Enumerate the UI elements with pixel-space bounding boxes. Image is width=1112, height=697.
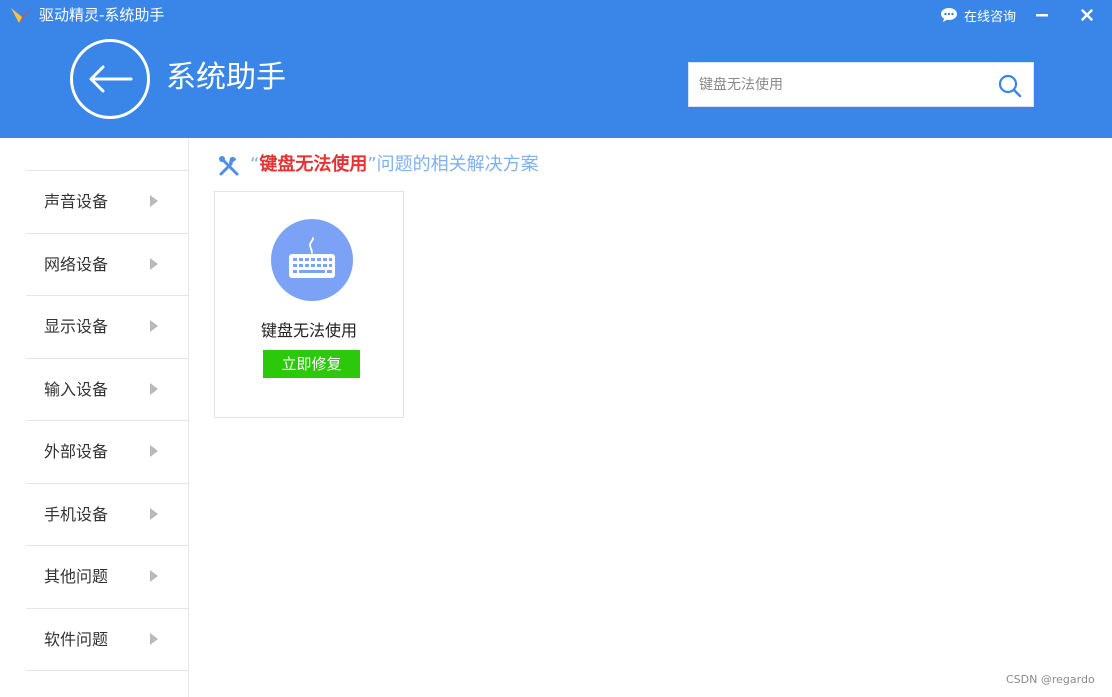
title-quote-open: “ — [250, 154, 260, 175]
solution-title: “键盘无法使用”问题的相关解决方案 — [250, 153, 539, 177]
main-content: “键盘无法使用”问题的相关解决方案 键盘无法使用 立即修复 — [190, 138, 1112, 697]
sidebar-item-external[interactable]: 外部设备 — [26, 421, 188, 484]
minimize-icon — [1036, 14, 1048, 17]
sidebar-item-label: 手机设备 — [44, 504, 109, 524]
title-quote-close: ” — [367, 154, 377, 175]
page-title: 系统助手 — [166, 60, 286, 95]
sidebar-list: 声音设备 网络设备 显示设备 输入设备 外部设备 手机设备 其他问题 软件问题 — [26, 170, 188, 671]
app-window: 驱动精灵-系统助手 在线咨询 系统助手 键盘无法使用 声音设备 网络设备 显示设… — [0, 0, 1112, 697]
chevron-right-icon — [150, 632, 158, 645]
sidebar: 声音设备 网络设备 显示设备 输入设备 外部设备 手机设备 其他问题 软件问题 — [0, 138, 189, 697]
search-input[interactable] — [689, 63, 989, 106]
sidebar-item-label: 声音设备 — [44, 192, 109, 211]
chevron-right-icon — [150, 195, 158, 207]
sidebar-item-label: 其他问题 — [44, 567, 109, 586]
solution-card: 键盘无法使用 立即修复 — [214, 191, 404, 418]
sidebar-item-phone[interactable]: 手机设备 — [26, 484, 188, 546]
chevron-right-icon — [150, 507, 158, 520]
minimize-button[interactable] — [1030, 4, 1054, 26]
title-suffix: 问题的相关解决方案 — [376, 154, 539, 175]
watermark: CSDN @regardo — [1006, 673, 1095, 686]
chevron-right-icon — [150, 320, 158, 332]
card-title: 键盘无法使用 — [260, 321, 357, 340]
sidebar-item-network[interactable]: 网络设备 — [26, 234, 188, 296]
sidebar-item-label: 显示设备 — [44, 317, 109, 336]
back-button[interactable] — [70, 39, 150, 119]
sidebar-item-display[interactable]: 显示设备 — [26, 296, 188, 359]
chevron-right-icon — [150, 382, 158, 395]
title-keyword: 键盘无法使用 — [259, 154, 368, 175]
window-title: 驱动精灵-系统助手 — [39, 6, 165, 24]
sidebar-item-label: 网络设备 — [44, 254, 109, 274]
app-logo-icon — [11, 7, 33, 23]
close-icon — [1081, 9, 1093, 21]
sidebar-item-other[interactable]: 其他问题 — [26, 546, 188, 609]
sidebar-item-input[interactable]: 输入设备 — [26, 359, 188, 421]
header: 驱动精灵-系统助手 在线咨询 系统助手 键盘无法使用 — [0, 0, 1112, 138]
fix-now-button[interactable]: 立即修复 — [263, 350, 360, 378]
sidebar-item-label: 外部设备 — [44, 442, 109, 461]
title-bar: 驱动精灵-系统助手 在线咨询 — [0, 0, 1112, 30]
chevron-right-icon — [150, 257, 158, 270]
close-button[interactable] — [1075, 4, 1099, 26]
online-consult-button[interactable]: 在线咨询 — [940, 5, 1016, 25]
sidebar-item-label: 软件问题 — [44, 629, 109, 649]
search-icon[interactable] — [997, 73, 1023, 99]
sidebar-item-software[interactable]: 软件问题 — [26, 609, 188, 671]
sidebar-item-sound[interactable]: 声音设备 — [26, 171, 188, 234]
chevron-right-icon — [150, 570, 158, 582]
chat-bubble-icon — [941, 8, 957, 22]
online-consult-label: 在线咨询 — [964, 9, 1017, 25]
arrow-left-icon — [89, 65, 133, 93]
sidebar-item-label: 输入设备 — [44, 379, 109, 399]
tools-icon — [219, 156, 239, 176]
chevron-right-icon — [150, 445, 158, 457]
search-box — [688, 62, 1034, 107]
keyboard-icon — [271, 219, 353, 301]
